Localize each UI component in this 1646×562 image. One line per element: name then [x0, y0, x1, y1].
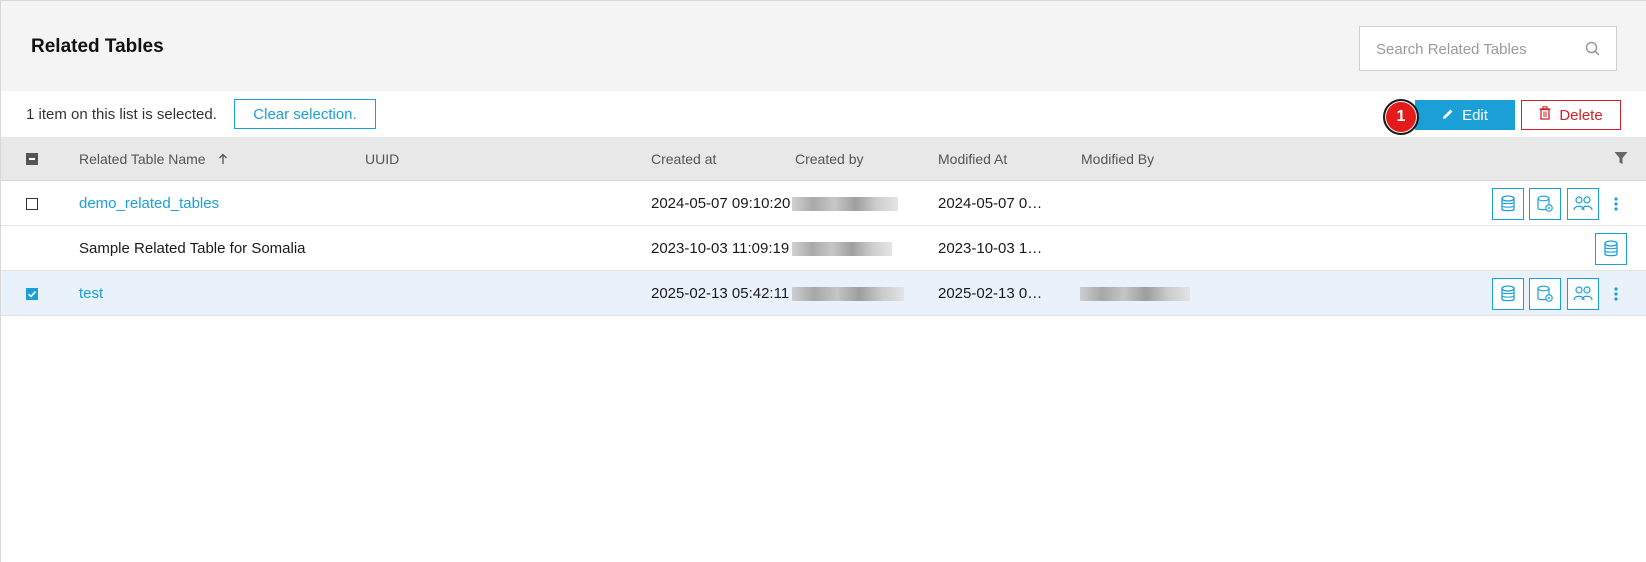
column-header-uuid[interactable]: UUID [365, 151, 399, 167]
users-icon[interactable] [1567, 188, 1599, 220]
created-by-redacted [792, 242, 892, 256]
clear-selection-button[interactable]: Clear selection. [234, 99, 376, 129]
created-by-redacted [792, 197, 898, 211]
column-header-created-at[interactable]: Created at [651, 151, 716, 167]
modified-at-value: 2023-10-03 1… [938, 240, 1043, 257]
column-header-name[interactable]: Related Table Name [79, 151, 228, 168]
search-box[interactable] [1359, 26, 1617, 71]
column-header-created-by[interactable]: Created by [795, 151, 863, 167]
table-row[interactable]: demo_related_tables 2024-05-07 09:10:20 … [1, 181, 1646, 226]
created-at-value: 2024-05-07 09:10:20 [651, 195, 791, 212]
edit-button-label: Edit [1462, 106, 1488, 124]
column-header-modified-by[interactable]: Modified By [1081, 151, 1154, 167]
search-input[interactable] [1376, 39, 1576, 59]
database-icon[interactable] [1492, 278, 1524, 310]
selection-count-text: 1 item on this list is selected. [26, 106, 217, 123]
related-table-name-link[interactable]: test [79, 285, 103, 302]
created-at-value: 2025-02-13 05:42:11 [651, 285, 790, 302]
created-by-redacted [792, 287, 904, 301]
database-settings-icon[interactable] [1529, 278, 1561, 310]
select-all-checkbox[interactable] [26, 153, 38, 165]
created-at-value: 2023-10-03 11:09:19 [651, 240, 790, 257]
database-icon[interactable] [1595, 233, 1627, 265]
trash-icon [1539, 106, 1551, 124]
row-checkbox[interactable] [26, 198, 38, 210]
step-badge: 1 [1383, 99, 1419, 135]
related-table-name-link[interactable]: demo_related_tables [79, 195, 219, 212]
table-row[interactable]: test 2025-02-13 05:42:11 2025-02-13 0… [1, 271, 1646, 316]
related-table-name: Sample Related Table for Somalia [79, 240, 306, 257]
modified-at-value: 2025-02-13 0… [938, 285, 1043, 302]
database-icon[interactable] [1492, 188, 1524, 220]
kebab-menu-icon[interactable] [1606, 278, 1626, 310]
column-header-modified-at[interactable]: Modified At [938, 151, 1007, 167]
database-settings-icon[interactable] [1529, 188, 1561, 220]
selection-bar: 1 item on this list is selected. Clear s… [1, 91, 1646, 137]
kebab-menu-icon[interactable] [1606, 188, 1626, 220]
table-header: Related Table Name UUID Created at Creat… [1, 137, 1646, 181]
search-icon[interactable] [1584, 40, 1602, 58]
sort-ascending-icon [218, 152, 228, 168]
users-icon[interactable] [1567, 278, 1599, 310]
modified-by-redacted [1080, 287, 1190, 301]
delete-button[interactable]: Delete [1521, 100, 1621, 130]
row-checkbox[interactable] [26, 288, 38, 300]
filter-icon[interactable] [1614, 151, 1628, 168]
page-header: Related Tables [1, 1, 1646, 91]
pencil-icon [1442, 107, 1454, 124]
edit-button[interactable]: Edit [1415, 100, 1515, 130]
page-title: Related Tables [31, 36, 164, 57]
modified-at-value: 2024-05-07 0… [938, 195, 1043, 212]
table-row[interactable]: Sample Related Table for Somalia 2023-10… [1, 226, 1646, 271]
delete-button-label: Delete [1559, 106, 1603, 124]
